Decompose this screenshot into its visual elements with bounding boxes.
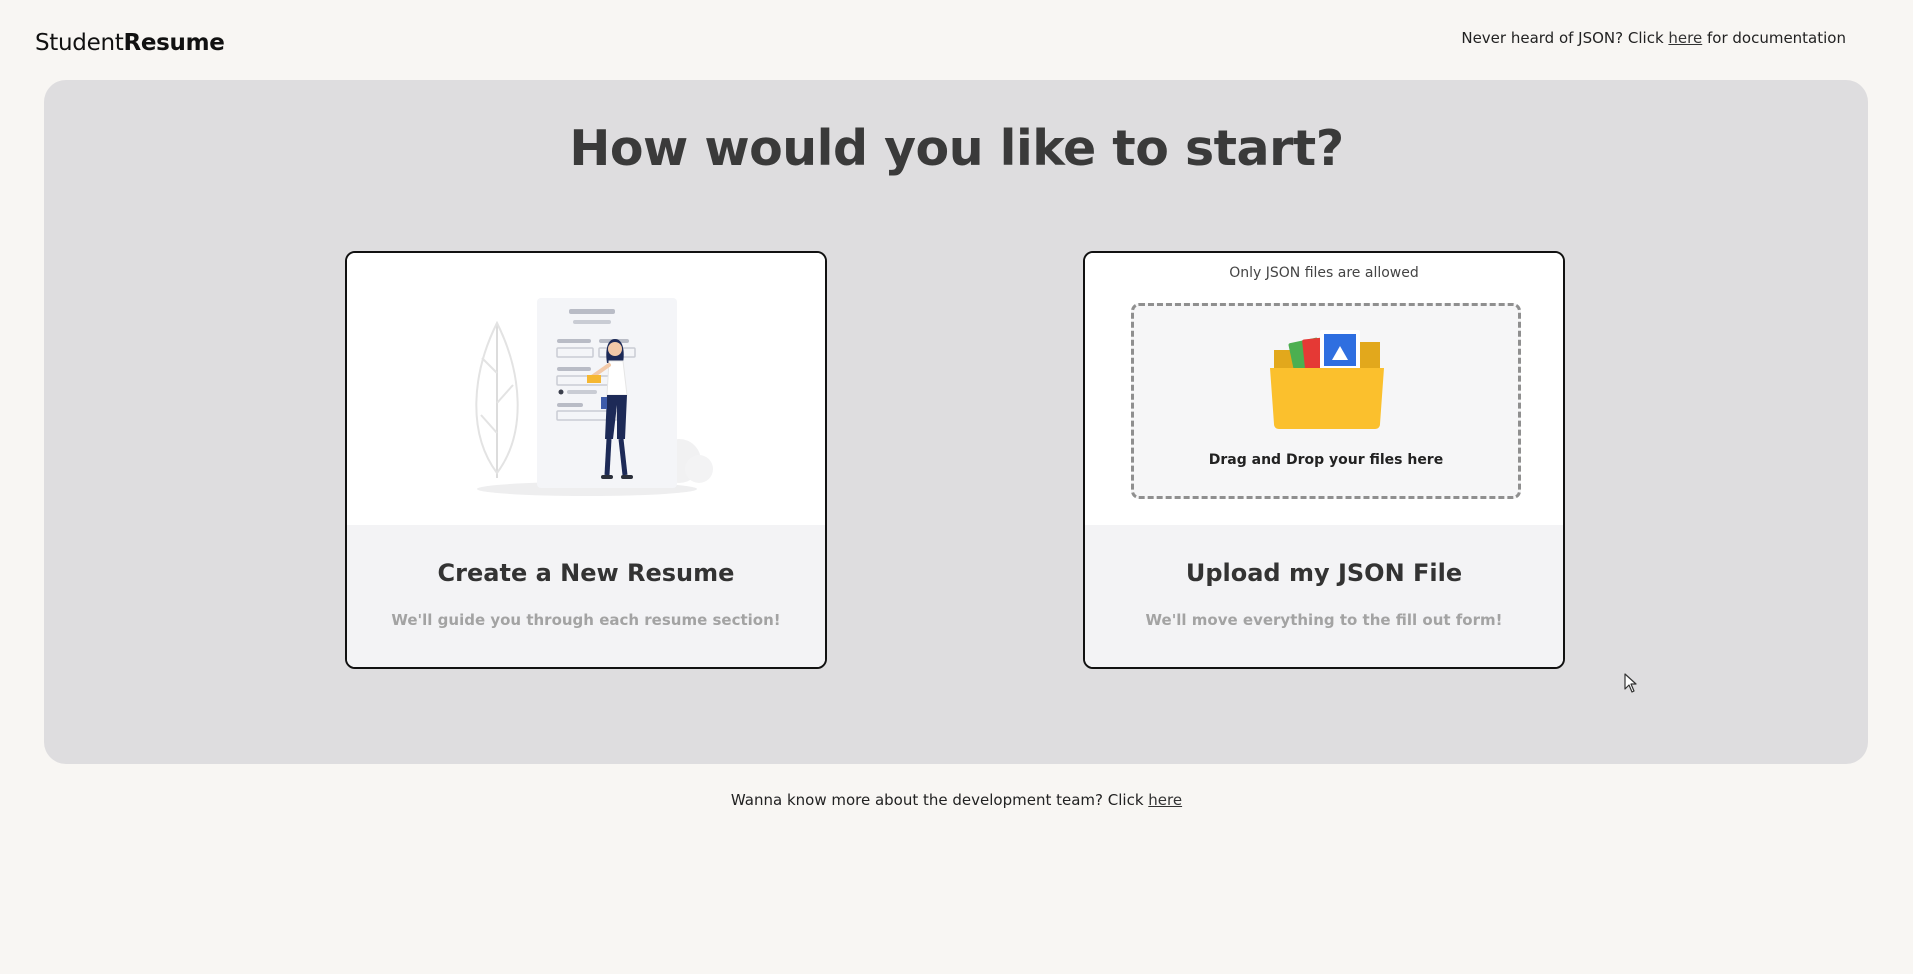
logo-regular: Student (35, 30, 124, 56)
mouse-pointer-icon (1624, 673, 1638, 693)
dropzone-label: Drag and Drop your files here (1208, 452, 1444, 468)
json-only-note: Only JSON files are allowed (1229, 265, 1419, 281)
doc-prefix: Never heard of JSON? Click (1461, 29, 1669, 47)
create-resume-title: Create a New Resume (437, 559, 735, 587)
logo-bold: Resume (123, 30, 225, 56)
create-resume-card[interactable]: Create a New Resume We'll guide you thro… (345, 251, 827, 669)
footer-prefix: Wanna know more about the development te… (730, 791, 1149, 809)
start-panel (44, 80, 1868, 764)
create-resume-subtitle: We'll guide you through each resume sect… (391, 611, 781, 629)
resume-form-illustration-icon (457, 293, 717, 503)
footer-note: Wanna know more about the development te… (0, 791, 1913, 809)
folder-icon (1270, 320, 1388, 430)
documentation-link[interactable]: here (1668, 29, 1702, 47)
team-link[interactable]: here (1148, 791, 1182, 809)
create-resume-illustration-area (347, 253, 825, 525)
header: StudentResume Never heard of JSON? Click… (0, 0, 1913, 80)
upload-json-card[interactable]: Only JSON files are allowed Drag and Dro… (1083, 251, 1565, 669)
upload-json-subtitle: We'll move everything to the fill out fo… (1145, 611, 1503, 629)
upload-json-text-area (1085, 525, 1563, 667)
documentation-note: Never heard of JSON? Click here for docu… (1461, 29, 1846, 47)
create-resume-text-area (347, 525, 825, 667)
upload-json-title: Upload my JSON File (1185, 559, 1463, 587)
doc-suffix: for documentation (1702, 29, 1846, 47)
file-dropzone[interactable]: Drag and Drop your files here (1131, 303, 1521, 499)
logo[interactable]: StudentResume (35, 30, 225, 56)
page-title: How would you like to start? (569, 120, 1344, 177)
